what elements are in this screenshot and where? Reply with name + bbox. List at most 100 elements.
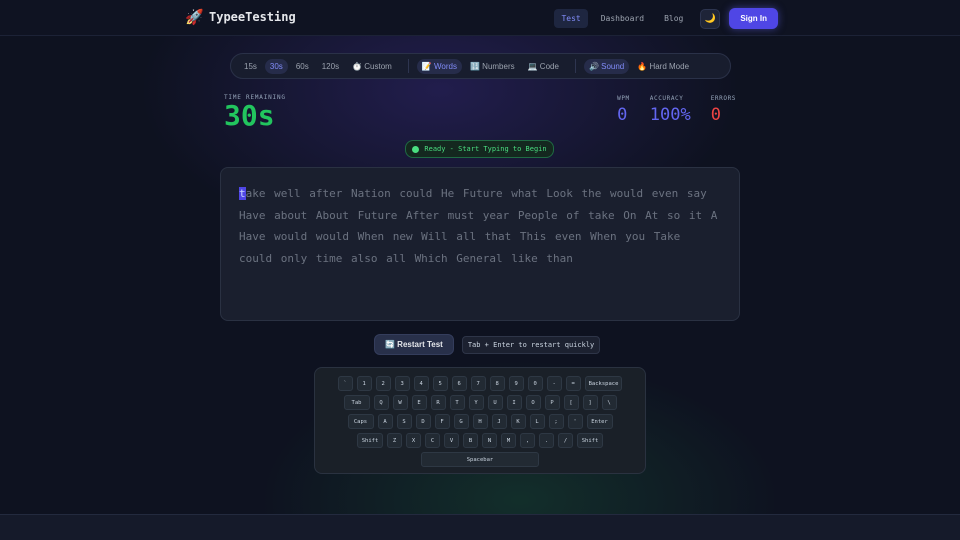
key[interactable]: M	[501, 433, 516, 448]
accuracy-label: ACCURACY	[649, 95, 684, 102]
keyboard-row: ` 1 2 3 4 5 6 7 8 9 0- = Backspace	[337, 376, 623, 391]
key[interactable]: W	[392, 395, 408, 410]
stat-errors: ERRORS 0	[711, 95, 736, 125]
key[interactable]: R	[430, 395, 446, 410]
divider	[574, 59, 576, 73]
key[interactable]: Enter	[586, 414, 613, 429]
key[interactable]: Y	[468, 395, 484, 410]
key[interactable]: Q	[373, 395, 389, 410]
key[interactable]: Shift	[577, 433, 603, 448]
key[interactable]: B	[463, 433, 478, 448]
key[interactable]: C	[425, 433, 440, 448]
top-navbar: 🚀 TypeeTesting Test Dashboard Blog 🌙 Sig…	[0, 0, 960, 36]
time-15s[interactable]: 15s	[239, 59, 262, 74]
nav-menu: Test Dashboard Blog 🌙 Sign In	[554, 8, 778, 29]
wpm-value: 0	[617, 105, 628, 125]
timer-value: 30s	[224, 99, 275, 132]
logo[interactable]: 🚀 TypeeTesting	[185, 8, 296, 26]
footer	[0, 514, 960, 540]
caret-char: t	[239, 187, 246, 200]
key[interactable]: Z	[387, 433, 402, 448]
theme-toggle-moon-icon[interactable]: 🌙	[700, 8, 721, 29]
wpm-label: WPM	[617, 95, 630, 102]
time-custom[interactable]: ⏱️ Custom	[347, 59, 397, 74]
nav-blog[interactable]: Blog	[657, 9, 690, 28]
key[interactable]: \	[601, 395, 617, 410]
key[interactable]: Tab	[343, 395, 370, 410]
key[interactable]: 1	[356, 376, 372, 391]
key[interactable]: P	[544, 395, 560, 410]
key[interactable]: N	[482, 433, 497, 448]
nav-dashboard[interactable]: Dashboard	[594, 9, 651, 28]
key[interactable]: Shift	[357, 433, 383, 448]
key[interactable]: 4	[413, 376, 429, 391]
key[interactable]: X	[406, 433, 421, 448]
key[interactable]: K	[510, 414, 526, 429]
key[interactable]: 3	[394, 376, 410, 391]
mode-code[interactable]: 💻 Code	[523, 59, 564, 74]
key[interactable]: F	[434, 414, 450, 429]
key[interactable]: 6	[451, 376, 467, 391]
mode-words[interactable]: 📝 Words	[416, 58, 462, 74]
status-dot-icon	[412, 145, 420, 153]
key[interactable]: U	[487, 395, 503, 410]
key[interactable]: 8	[489, 376, 505, 391]
accuracy-value: 100%	[649, 105, 691, 125]
typing-text: take well after Nation could He Future w…	[239, 183, 721, 269]
signin-button[interactable]: Sign In	[729, 8, 778, 29]
virtual-keyboard: ` 1 2 3 4 5 6 7 8 9 0- = Backspace Tab Q W E R T Y U I O P[] \ …	[314, 367, 646, 474]
key[interactable]: -	[546, 376, 562, 391]
key[interactable]: 9	[508, 376, 524, 391]
restart-button[interactable]: 🔄 Restart Test	[374, 334, 454, 355]
hard-mode-toggle[interactable]: 🔥 Hard Mode	[632, 59, 694, 74]
time-60s[interactable]: 60s	[291, 59, 314, 74]
keyboard-row: Caps A S D F G H J K L; ' Enter	[347, 414, 613, 429]
key[interactable]: Backspace	[584, 376, 623, 391]
key[interactable]: 0	[527, 376, 543, 391]
key[interactable]: 7	[470, 376, 486, 391]
key[interactable]: T	[449, 395, 465, 410]
mode-numbers[interactable]: 🔢 Numbers	[465, 59, 520, 74]
rocket-icon: 🚀	[185, 8, 204, 26]
key[interactable]: Caps	[347, 414, 374, 429]
key[interactable]: ;	[548, 414, 564, 429]
key[interactable]: 2	[375, 376, 391, 391]
time-120s[interactable]: 120s	[317, 59, 344, 74]
restart-row: 🔄 Restart Test Tab + Enter to restart qu…	[374, 334, 601, 355]
key[interactable]: S	[396, 414, 412, 429]
timer: TIME REMAINING 30s	[224, 94, 286, 131]
stat-wpm: WPM 0	[617, 95, 630, 125]
key[interactable]: /	[558, 433, 573, 448]
key[interactable]: ,	[520, 433, 535, 448]
key[interactable]: `	[337, 376, 353, 391]
status-badge: Ready - Start Typing to Begin	[405, 140, 554, 158]
key[interactable]: [	[563, 395, 579, 410]
key[interactable]: G	[453, 414, 469, 429]
app-title: TypeeTesting	[209, 10, 296, 24]
sound-toggle[interactable]: 🔊 Sound	[583, 58, 630, 74]
key[interactable]: I	[506, 395, 522, 410]
key[interactable]: V	[444, 433, 459, 448]
key[interactable]: ]	[582, 395, 598, 410]
status-text: Ready - Start Typing to Begin	[424, 145, 547, 153]
key[interactable]: L	[529, 414, 545, 429]
key[interactable]: J	[491, 414, 507, 429]
typing-area[interactable]: take well after Nation could He Future w…	[220, 167, 740, 321]
nav-test[interactable]: Test	[554, 9, 588, 28]
key[interactable]: E	[411, 395, 427, 410]
key[interactable]: '	[567, 414, 583, 429]
key[interactable]: .	[539, 433, 554, 448]
errors-label: ERRORS	[710, 95, 736, 102]
key[interactable]: H	[472, 414, 488, 429]
key[interactable]: D	[415, 414, 431, 429]
key[interactable]: A	[377, 414, 393, 429]
stats-panel: WPM 0 ACCURACY 100% ERRORS 0	[617, 95, 736, 125]
time-30s[interactable]: 30s	[264, 58, 288, 74]
restart-hint: Tab + Enter to restart quickly	[461, 335, 601, 354]
key[interactable]: =	[565, 376, 581, 391]
keyboard-row: Shift Z X C V B N M,. / Shift	[357, 433, 603, 448]
key[interactable]: 5	[432, 376, 448, 391]
key[interactable]: O	[525, 395, 541, 410]
key[interactable]: Spacebar	[421, 452, 539, 467]
errors-value: 0	[710, 105, 721, 125]
